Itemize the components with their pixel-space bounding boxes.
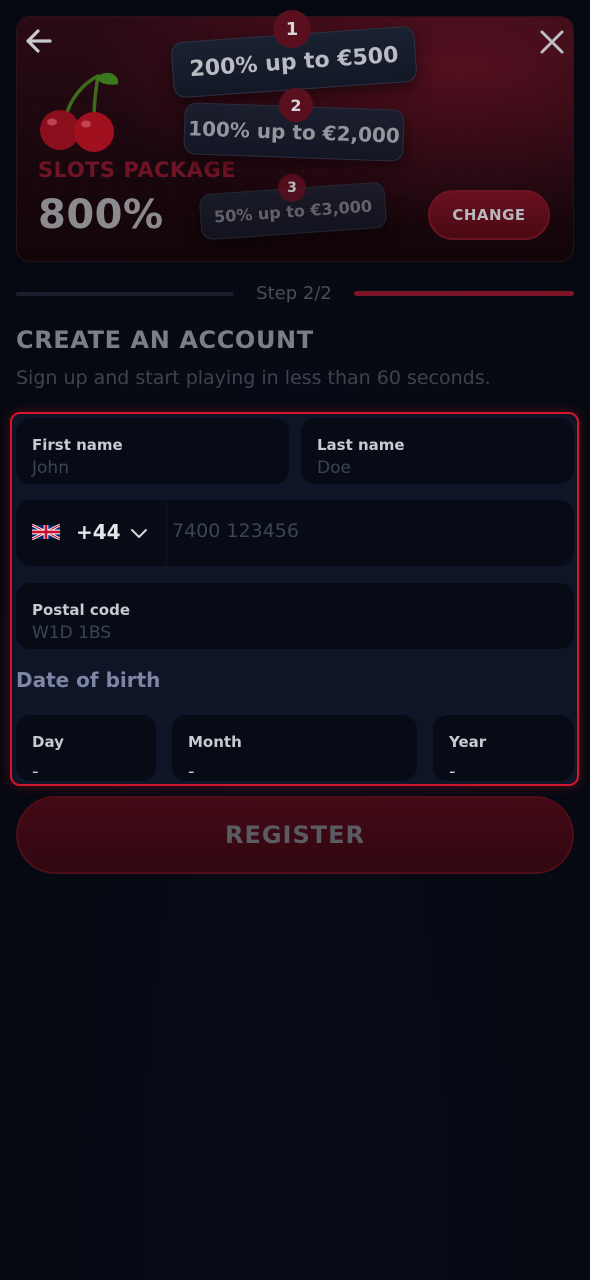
uk-flag-icon[interactable] bbox=[32, 523, 60, 541]
package-label: SLOTS PACKAGE bbox=[38, 158, 237, 182]
register-button[interactable]: REGISTER bbox=[16, 796, 574, 874]
step-progress-left bbox=[16, 292, 234, 296]
last-name-label: Last name bbox=[317, 436, 405, 454]
dob-day-select[interactable]: Day - bbox=[16, 715, 156, 782]
first-name-label: First name bbox=[32, 436, 123, 454]
dob-day-label: Day bbox=[32, 733, 64, 751]
phone-divider bbox=[166, 500, 167, 566]
tier-badge-3: 3 bbox=[278, 174, 306, 202]
change-package-button[interactable]: CHANGE bbox=[428, 190, 550, 240]
tier-badge-2: 2 bbox=[279, 88, 313, 122]
postal-code-field[interactable]: Postal code W1D 1BS bbox=[16, 583, 574, 649]
dob-day-value: - bbox=[32, 761, 39, 782]
step-indicator: Step 2/2 bbox=[256, 283, 332, 304]
tier-badge-1: 1 bbox=[273, 10, 311, 48]
dob-month-select[interactable]: Month - bbox=[172, 715, 417, 782]
country-code[interactable]: +44 bbox=[76, 520, 121, 544]
dob-year-value: - bbox=[449, 761, 456, 782]
last-name-placeholder: Doe bbox=[317, 458, 351, 478]
dob-label: Date of birth bbox=[16, 668, 161, 692]
dob-month-label: Month bbox=[188, 733, 242, 751]
dob-year-label: Year bbox=[449, 733, 487, 751]
dob-year-select[interactable]: Year - bbox=[433, 715, 574, 782]
postal-code-label: Postal code bbox=[32, 601, 130, 619]
postal-code-placeholder: W1D 1BS bbox=[32, 623, 112, 643]
step-progress-right bbox=[354, 291, 574, 296]
page: SLOTS PACKAGE 800% 200% up to €500 100% … bbox=[0, 0, 590, 1280]
cherry-icon bbox=[40, 72, 119, 152]
page-subtitle: Sign up and start playing in less than 6… bbox=[16, 367, 491, 389]
last-name-field[interactable]: Last name Doe bbox=[301, 418, 574, 484]
back-arrow-icon[interactable] bbox=[24, 26, 54, 56]
chevron-down-icon[interactable] bbox=[130, 524, 148, 542]
phone-input[interactable]: 7400 123456 bbox=[172, 520, 299, 542]
package-percent: 800% bbox=[38, 192, 164, 238]
first-name-field[interactable]: First name John bbox=[16, 418, 289, 484]
page-title: CREATE AN ACCOUNT bbox=[16, 326, 314, 354]
first-name-placeholder: John bbox=[32, 458, 69, 478]
phone-field: +44 7400 123456 bbox=[16, 500, 574, 566]
close-icon[interactable] bbox=[538, 28, 566, 56]
dob-month-value: - bbox=[188, 761, 195, 782]
